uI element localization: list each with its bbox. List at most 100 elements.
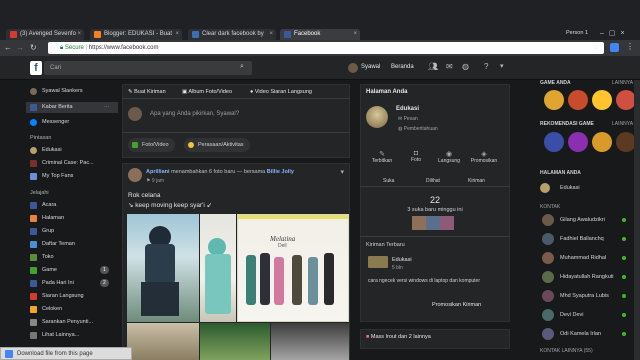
contact-item[interactable]: Muhammad Ridhal: [540, 250, 632, 266]
recent-post-page[interactable]: Edukasi: [392, 257, 412, 263]
home-link[interactable]: Beranda: [391, 64, 414, 70]
live-button[interactable]: ◉ Langsung: [434, 150, 464, 164]
recent-post-text[interactable]: cara ngecek versi windows di laptop dan …: [368, 278, 498, 285]
window-controls[interactable]: –▢×: [600, 29, 630, 37]
post-time[interactable]: ⚑ 9 jam: [146, 178, 164, 184]
contact-item[interactable]: Gilang Awaludzikri: [540, 212, 632, 228]
count-badge: 2: [100, 279, 109, 287]
tab-facebook[interactable]: Facebook ×: [280, 29, 360, 40]
more-contacts-link[interactable]: KONTAK LAINNYA (55): [540, 348, 593, 354]
search-input[interactable]: Cari: [44, 61, 252, 75]
page-avatar[interactable]: [368, 256, 388, 268]
games-more-link[interactable]: LAINNYA: [612, 80, 633, 86]
globe-icon[interactable]: ◍: [462, 62, 469, 71]
stat-likes[interactable]: Suka: [383, 178, 394, 184]
stat-posts[interactable]: Kiriman: [468, 178, 485, 184]
photo-icon: [132, 142, 138, 148]
avatar: [542, 309, 554, 321]
edit-icon: [30, 319, 37, 326]
post-photo[interactable]: [200, 214, 236, 322]
divider: [360, 236, 510, 237]
game-icon[interactable]: [592, 90, 612, 110]
photo-button[interactable]: ◘ Foto: [404, 150, 428, 163]
contact-item[interactable]: Mhd Syaputra Lubis: [540, 288, 632, 304]
avatar[interactable]: [128, 168, 142, 182]
contact-item[interactable]: Devi Devi: [540, 307, 632, 323]
promote-button[interactable]: ◈ Promosikan: [466, 150, 502, 164]
friends-icon[interactable]: 👥︎: [428, 62, 438, 71]
profile-name[interactable]: Person 1: [566, 30, 588, 36]
post-photo[interactable]: [200, 323, 270, 360]
help-icon[interactable]: ?: [484, 62, 488, 71]
close-icon[interactable]: ×: [353, 29, 357, 40]
facebook-logo-icon[interactable]: f: [30, 61, 42, 75]
feeling-activity-button[interactable]: Perasaan/Aktivitas: [184, 138, 250, 152]
avatar[interactable]: [348, 63, 358, 73]
rec-more-link[interactable]: LAINNYA: [612, 121, 633, 127]
profile-link[interactable]: Syawal: [361, 64, 380, 70]
tab-create-post[interactable]: ✎ Buat Kiriman: [128, 89, 166, 95]
extension-icon[interactable]: [610, 43, 619, 52]
tab-clear-dark[interactable]: Clear dark facebook by ×: [188, 29, 276, 40]
page-actions: ✎ Terbitkan ◘ Foto ◉ Langsung ◈ Promosikan: [360, 150, 510, 172]
tab-avenged[interactable]: (3) Avenged Sevenfo ×: [6, 29, 84, 40]
game-icon[interactable]: [544, 90, 564, 110]
back-icon[interactable]: ←: [4, 43, 12, 52]
chevron-down-icon[interactable]: ▾: [500, 62, 504, 70]
recent-post-time: 5 bln: [392, 265, 403, 271]
stat-views[interactable]: Dilihat: [426, 178, 440, 184]
game-icon[interactable]: [616, 132, 636, 152]
new-likers[interactable]: [412, 216, 454, 230]
notifications-link[interactable]: ◍ Pemberitahuan: [398, 126, 438, 132]
avatar: [542, 271, 554, 283]
online-status-icon: [622, 332, 626, 336]
close-icon[interactable]: ×: [77, 29, 81, 40]
publish-button[interactable]: ✎ Terbitkan: [370, 150, 394, 164]
close-icon[interactable]: ×: [269, 29, 273, 40]
game-icon[interactable]: [568, 132, 588, 152]
page-avatar[interactable]: [366, 106, 388, 128]
photo-video-button[interactable]: Foto/Video: [128, 138, 175, 152]
game-icon[interactable]: [568, 90, 588, 110]
event-item[interactable]: ■ Mass Irout dan 2 lainnya: [366, 334, 431, 340]
avatar: [542, 252, 554, 264]
contact-item[interactable]: Hidayatullah Rangkuti: [540, 269, 632, 285]
reload-icon[interactable]: ↻: [30, 43, 37, 52]
messages-icon[interactable]: ✉: [446, 62, 453, 71]
more-icon[interactable]: ···: [104, 102, 110, 113]
divider: [360, 186, 510, 187]
address-bar[interactable]: 🔒︎ Secure | https://www.facebook.com: [48, 42, 604, 54]
contact-item[interactable]: Fadhiel Ballanchq: [540, 231, 632, 247]
games-heading: GAME ANDA: [540, 80, 571, 86]
contact-item[interactable]: Odi Kamela Irlan: [540, 326, 632, 342]
tab-live-video[interactable]: ● Video Siaran Langsung: [250, 89, 312, 95]
search-icon[interactable]: ⌕: [240, 63, 244, 71]
tab-photo-album[interactable]: ▣ Album Foto/Video: [182, 89, 232, 95]
post-photo[interactable]: [127, 214, 199, 322]
messages-link[interactable]: ✉ Pesan: [398, 116, 418, 122]
close-icon[interactable]: ×: [175, 29, 179, 40]
promote-post-button[interactable]: Promosikan Kiriman: [432, 302, 481, 308]
game-icon[interactable]: [616, 90, 636, 110]
page-name[interactable]: Edukasi: [396, 106, 419, 112]
post-photo[interactable]: [127, 323, 199, 360]
download-bar[interactable]: Download file from this page: [0, 347, 132, 360]
divider: [122, 98, 350, 99]
forward-icon[interactable]: →: [16, 43, 24, 52]
scrollbar[interactable]: [634, 80, 640, 360]
status-input[interactable]: Apa yang Anda pikirkan, Syawal?: [150, 111, 239, 117]
app-icon: [30, 173, 37, 180]
star-icon[interactable]: ☆: [593, 43, 599, 51]
divider: [122, 132, 350, 133]
chevron-down-icon: [30, 332, 37, 339]
game-icon[interactable]: [592, 132, 612, 152]
tab-blogger[interactable]: Blogger: EDUKASI - Buat ×: [90, 29, 182, 40]
post-photo[interactable]: [271, 323, 349, 360]
game-icon[interactable]: [544, 132, 564, 152]
page-item[interactable]: Edukasi: [540, 180, 580, 196]
sidebar-item-news[interactable]: Kabar Berita ···: [26, 102, 118, 113]
newsfeed-icon: [30, 104, 37, 111]
post-photo[interactable]: Melatina Dell: [237, 214, 349, 322]
chevron-down-icon[interactable]: ▾: [340, 168, 344, 176]
menu-icon[interactable]: ⋮: [626, 42, 634, 51]
